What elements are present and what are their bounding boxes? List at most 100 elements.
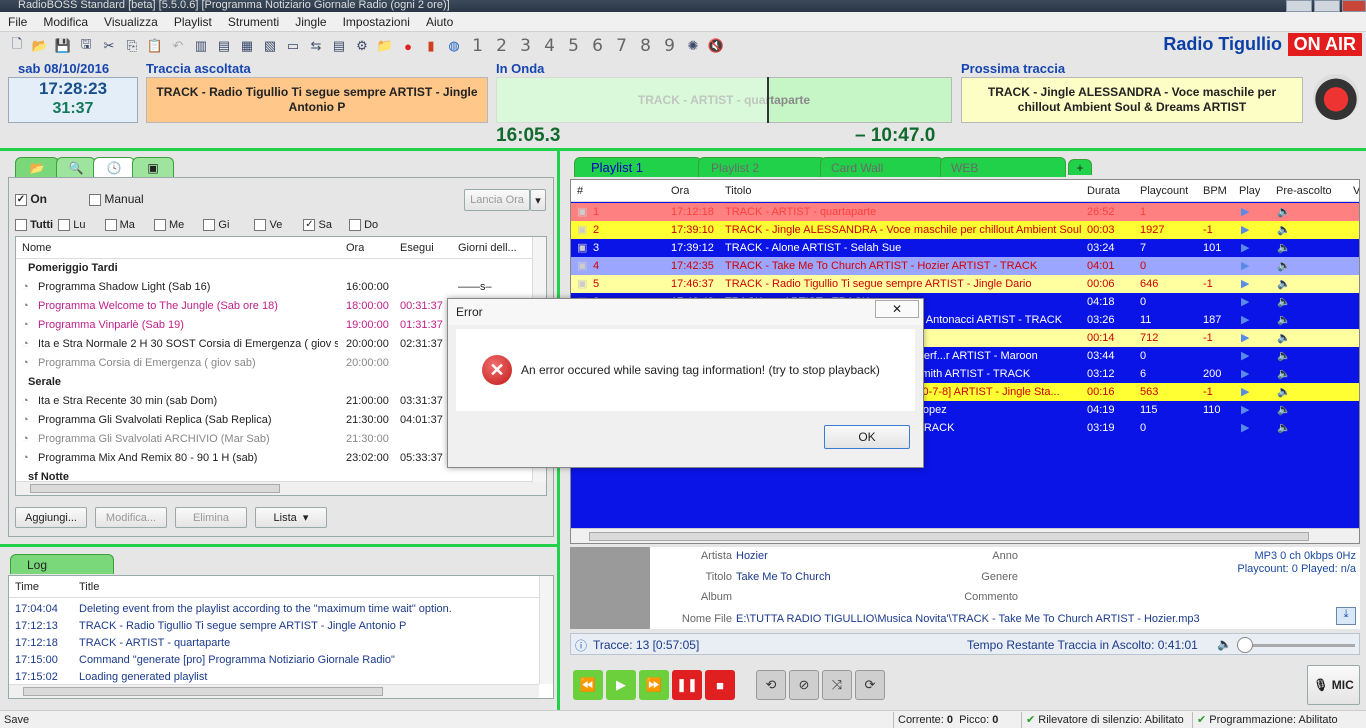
tab-search[interactable]: 🔍 (56, 157, 96, 177)
stop-button[interactable]: ■ (705, 670, 735, 700)
preview-speaker-icon[interactable]: 🔈 (1277, 293, 1291, 311)
tab-web[interactable]: WEB (940, 157, 1066, 177)
day-ve-checkbox[interactable]: Ve (254, 219, 282, 232)
preview-speaker-icon[interactable]: 🔈 (1277, 311, 1291, 329)
close-button[interactable] (1342, 0, 1366, 12)
playlist-tool-icon[interactable]: ⇆ (305, 35, 327, 57)
tab-folder[interactable]: 📂 (15, 157, 59, 177)
layout-4-icon[interactable]: ▧ (259, 35, 281, 57)
preview-speaker-icon[interactable]: 🔈 (1277, 257, 1291, 275)
dialog-close-button[interactable]: ✕ (875, 300, 919, 318)
mute-icon[interactable]: 🔇 (705, 35, 727, 57)
rewind-button[interactable]: ⏪ (573, 670, 603, 700)
folder-tool-icon[interactable]: 📁 (374, 35, 396, 57)
layout-2-icon[interactable]: ▤ (213, 35, 235, 57)
list-button[interactable]: Lista ▾ (255, 507, 327, 528)
minimize-button[interactable] (1286, 0, 1312, 12)
play-row-icon[interactable]: ▶ (1241, 293, 1249, 311)
scheduler-hscroll[interactable] (16, 481, 546, 495)
col-v[interactable]: V (1353, 180, 1359, 202)
pause-button[interactable]: ❚❚ (672, 670, 702, 700)
record-icon[interactable]: ● (397, 35, 419, 57)
download-icon[interactable]: ⤓ (1336, 607, 1356, 625)
col-title[interactable]: Title (79, 576, 99, 597)
generate-icon[interactable]: ▤ (328, 35, 350, 57)
tab-card-wall[interactable]: Card Wall (820, 157, 944, 177)
log-scroll-thumb[interactable] (23, 687, 383, 696)
scheduler-event-row[interactable]: ◔ Programma Shadow Light (Sab 16) 16:00:00… (16, 278, 532, 297)
volume-knob[interactable] (1237, 637, 1253, 653)
preview-speaker-icon[interactable]: 🔈 (1277, 401, 1291, 419)
add-button[interactable]: Aggiungi... (15, 507, 87, 528)
save-as-icon[interactable]: 🖫 (75, 35, 97, 57)
log-row[interactable]: 17:12:18 TRACK - ARTIST - quartaparte (9, 635, 537, 652)
lancia-ora-dropdown[interactable]: ▾ (530, 189, 546, 211)
day-ma-checkbox[interactable]: Ma (104, 219, 135, 232)
layout-5-icon[interactable]: ▭ (282, 35, 304, 57)
cart-5-button[interactable]: 5 (562, 36, 585, 56)
col-ora[interactable]: Ora (671, 180, 689, 202)
preview-speaker-icon[interactable]: 🔈 (1277, 347, 1291, 365)
day-sa-checkbox[interactable]: ✓ Sa (303, 219, 332, 232)
delete-button[interactable]: Elimina (175, 507, 247, 528)
col-num[interactable]: # (577, 180, 583, 202)
undo-icon[interactable]: ↶ (167, 35, 189, 57)
preview-speaker-icon[interactable]: 🔈 (1277, 239, 1291, 257)
maximize-button[interactable] (1314, 0, 1340, 12)
lancia-ora-button[interactable]: Lancia Ora (464, 189, 530, 211)
day-gi-checkbox[interactable]: Gi (203, 219, 229, 232)
preview-speaker-icon[interactable]: 🔈 (1277, 419, 1291, 437)
cart-8-button[interactable]: 8 (634, 36, 657, 56)
col-durata[interactable]: Durata (1087, 180, 1120, 202)
settings-gear-icon[interactable]: ✺ (682, 35, 704, 57)
playlist-row[interactable]: ▣ 4 17:42:35 TRACK - Take Me To Church ARTI… (571, 257, 1359, 275)
col-titolo[interactable]: Titolo (725, 180, 752, 202)
repeat-button[interactable]: ⟳ (855, 670, 885, 700)
preview-speaker-icon[interactable]: 🔈 (1277, 383, 1291, 401)
play-row-icon[interactable]: ▶ (1241, 383, 1249, 401)
scheduler-on-checkbox[interactable]: ✓ On (15, 192, 47, 206)
play-row-icon[interactable]: ▶ (1241, 311, 1249, 329)
tab-log[interactable]: Log (10, 554, 114, 574)
scroll-thumb[interactable] (30, 484, 280, 493)
day-me-checkbox[interactable]: Me (153, 219, 184, 232)
playlist-scroll-thumb[interactable] (589, 532, 1309, 541)
forward-button[interactable]: ⏩ (639, 670, 669, 700)
col-giorni[interactable]: Giorni dell... (458, 237, 517, 258)
cart-9-button[interactable]: 9 (658, 36, 681, 56)
menu-visualizza[interactable]: Visualizza (96, 15, 166, 29)
playlist-row[interactable]: ▣ 1 17:12:18 TRACK - ARTIST - quartaparte 26… (571, 203, 1359, 221)
tab-scheduler[interactable]: 🕓 (93, 157, 135, 177)
shuffle-button[interactable]: ⤨ (822, 670, 852, 700)
preview-speaker-icon[interactable]: 🔈 (1277, 221, 1291, 239)
day-tutti-checkbox[interactable]: Tutti (15, 219, 53, 232)
preview-speaker-icon[interactable]: 🔈 (1277, 365, 1291, 383)
log-hscroll[interactable] (9, 684, 539, 698)
tab-calendar[interactable]: ▣ (132, 157, 174, 177)
log-row[interactable]: 17:04:04 Deleting event from the playlist… (9, 601, 537, 618)
menu-file[interactable]: File (0, 15, 35, 29)
tab-playlist-1[interactable]: Playlist 1 (574, 157, 702, 177)
cart-6-button[interactable]: 6 (586, 36, 609, 56)
menu-impostazioni[interactable]: Impostazioni (335, 15, 418, 29)
play-row-icon[interactable]: ▶ (1241, 257, 1249, 275)
cart-1-button[interactable]: 1 (466, 36, 489, 56)
col-bpm[interactable]: BPM (1203, 180, 1227, 202)
onair-progress[interactable] (496, 77, 769, 123)
cut-icon[interactable]: ✂ (98, 35, 120, 57)
open-folder-icon[interactable]: 📂 (29, 35, 51, 57)
play-row-icon[interactable]: ▶ (1241, 401, 1249, 419)
play-button[interactable]: ▶ (606, 670, 636, 700)
edit-button[interactable]: Modifica... (95, 507, 167, 528)
new-file-icon[interactable]: 🗋 (6, 35, 28, 57)
col-esegui[interactable]: Esegui (400, 237, 434, 258)
menu-strumenti[interactable]: Strumenti (220, 15, 287, 29)
day-lu-checkbox[interactable]: Lu (58, 219, 85, 232)
col-play[interactable]: Play (1239, 180, 1260, 202)
cart-4-button[interactable]: 4 (538, 36, 561, 56)
log-row[interactable]: 17:12:13 TRACK - Radio Tigullio Ti segue … (9, 618, 537, 635)
play-row-icon[interactable]: ▶ (1241, 347, 1249, 365)
menu-modifica[interactable]: Modifica (35, 15, 96, 29)
col-preascolto[interactable]: Pre-ascolto (1276, 180, 1332, 202)
cart-2-button[interactable]: 2 (490, 36, 513, 56)
